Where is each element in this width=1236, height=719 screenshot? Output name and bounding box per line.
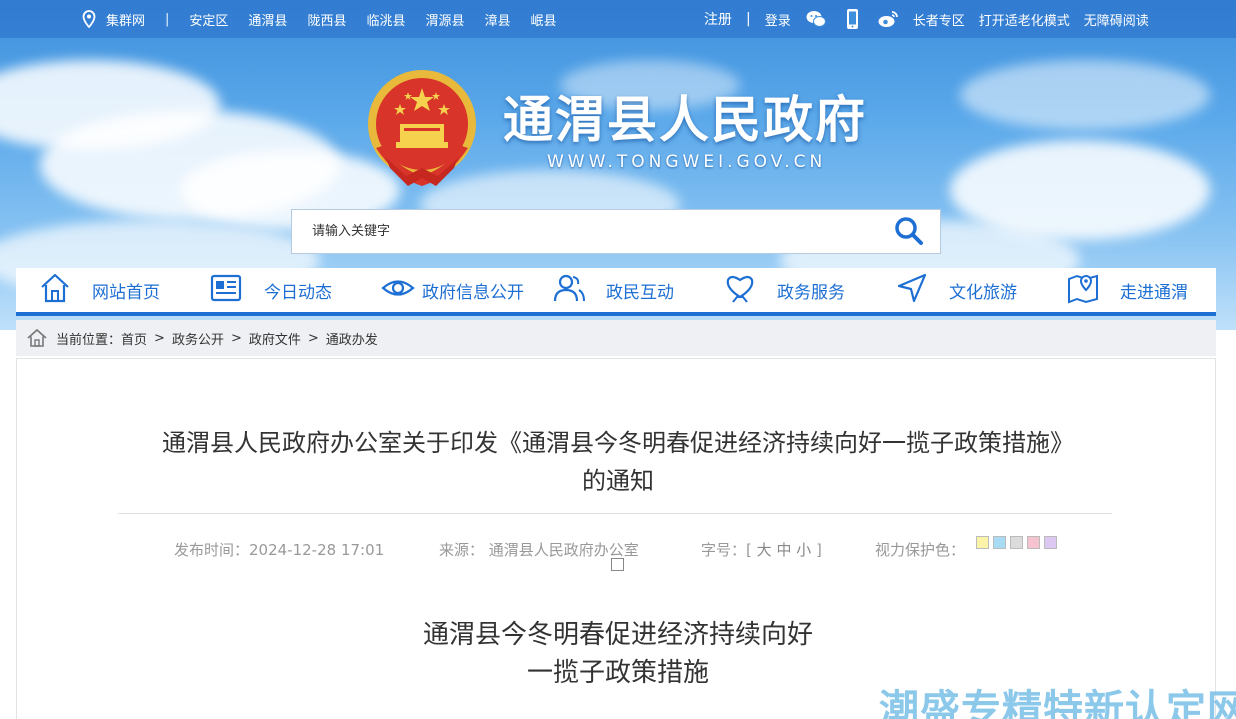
breadcrumb-prefix: 当前位置： [56,332,122,348]
title-divider [118,513,1112,514]
nav-label: 政府信息公开 [422,282,524,303]
nav-item-home[interactable]: 网站首页 [38,268,160,312]
font-size-small[interactable]: 小 [796,541,811,559]
font-size-medium[interactable]: 中 [776,541,791,559]
people-icon [552,271,586,310]
nav-item-interaction[interactable]: 政民互动 [552,268,674,312]
login-link[interactable]: 登录 [765,10,791,29]
font-size-close: ] [816,541,822,559]
breadcrumb-current[interactable]: 通政办发 [326,329,378,348]
search-box [291,209,941,254]
nav-item-about[interactable]: 走进通渭 [1066,268,1188,312]
article-source: 来源： 通渭县人民政府办公室 [439,541,639,559]
topbar-divider-right: | [746,11,751,27]
register-link[interactable]: 注册 [704,9,732,29]
eye-color-label: 视力保护色： [875,541,966,559]
eye-color-swatch-yellow[interactable] [976,536,989,549]
breadcrumb: 当前位置： 首页 > 政务公开 > 政府文件 > 通政办发 [16,320,1216,356]
main-nav: 网站首页 今日动态 政府信息公开 政民互动 政务服务 文化旅游 走进通渭 [16,268,1216,316]
location-pin-icon [82,10,96,29]
breadcrumb-sep: > [154,330,165,346]
aging-mode-link[interactable]: 打开适老化模式 [979,10,1070,29]
topbar-divider: | [165,11,170,27]
font-size-large[interactable]: 大 [757,541,772,559]
accessible-reading-link[interactable]: 无障碍阅读 [1084,10,1149,29]
eye-icon [381,271,415,310]
nav-item-news[interactable]: 今日动态 [209,268,332,312]
national-emblem-logo[interactable] [366,68,478,188]
nav-label: 政务服务 [777,282,845,303]
eye-color-swatch-pink[interactable] [1027,536,1040,549]
document-heading-line1: 通渭县今冬明春促进经济持续向好 [422,620,813,650]
send-icon [895,271,929,310]
font-size-control: 字号：[ 大 中 小 ] [701,539,822,560]
topbar-link-zhang[interactable]: 漳县 [484,10,510,29]
watermark-text: 潮盛专精特新认定网 [879,687,1236,719]
topbar-link-min[interactable]: 岷县 [531,10,557,29]
breadcrumb-home[interactable]: 首页 [121,329,147,348]
breadcrumb-sep: > [230,330,242,346]
eye-color-swatch-blue[interactable] [993,536,1006,549]
topbar-link-lintao[interactable]: 临洮县 [366,10,405,29]
font-size-label: 字号：[ [701,541,752,559]
wechat-icon[interactable] [805,8,827,30]
breadcrumb-gov-docs[interactable]: 政府文件 [249,329,301,348]
breadcrumb-gov-open[interactable]: 政务公开 [172,329,224,348]
site-url: WWW.TONGWEI.GOV.CN [547,152,827,172]
search-icon[interactable] [893,215,925,247]
nav-label: 今日动态 [264,282,332,303]
topbar-link-jiqun[interactable]: 集群网 [106,10,145,29]
topbar-link-tongwei[interactable]: 通渭县 [248,10,287,29]
article-title: 通渭县人民政府办公室关于印发《通渭县今冬明春促进经济持续向好一揽子政策措施》 的… [0,424,1236,500]
publish-time: 发布时间：2024-12-28 17:01 [174,541,385,559]
top-bar: 集群网 | 安定区 通渭县 陇西县 临洮县 渭源县 漳县 岷县 注册 | 登录 … [0,0,1236,38]
share-checkbox[interactable] [611,558,624,571]
nav-item-gov-info[interactable]: 政府信息公开 [381,268,524,312]
article-title-line2: 的通知 [582,467,654,495]
article-title-line1: 通渭县人民政府办公室关于印发《通渭县今冬明春促进经济持续向好一揽子政策措施》 [162,429,1074,457]
nav-label: 网站首页 [92,282,160,303]
nav-label: 走进通渭 [1120,282,1188,303]
map-pin-icon [1066,271,1100,310]
elder-zone-link[interactable]: 长者专区 [913,10,965,29]
nav-label: 文化旅游 [949,282,1017,303]
mobile-icon[interactable] [841,8,863,30]
topbar-link-weiyuan[interactable]: 渭源县 [425,10,464,29]
breadcrumb-sep: > [307,330,319,346]
breadcrumb-home-icon [26,328,48,348]
heart-hand-icon [723,271,757,310]
home-icon [38,271,72,310]
eye-color-swatch-gray[interactable] [1010,536,1023,549]
topbar-link-anding[interactable]: 安定区 [189,10,228,29]
nav-item-culture[interactable]: 文化旅游 [895,268,1017,312]
nav-label: 政民互动 [606,282,674,303]
nav-item-services[interactable]: 政务服务 [723,268,845,312]
search-input[interactable] [292,210,872,253]
weibo-icon[interactable] [877,8,899,30]
news-icon [209,271,243,310]
eye-color-swatch-purple[interactable] [1044,536,1057,549]
site-title: 通渭县人民政府 [503,90,867,149]
topbar-link-longxi[interactable]: 陇西县 [307,10,346,29]
